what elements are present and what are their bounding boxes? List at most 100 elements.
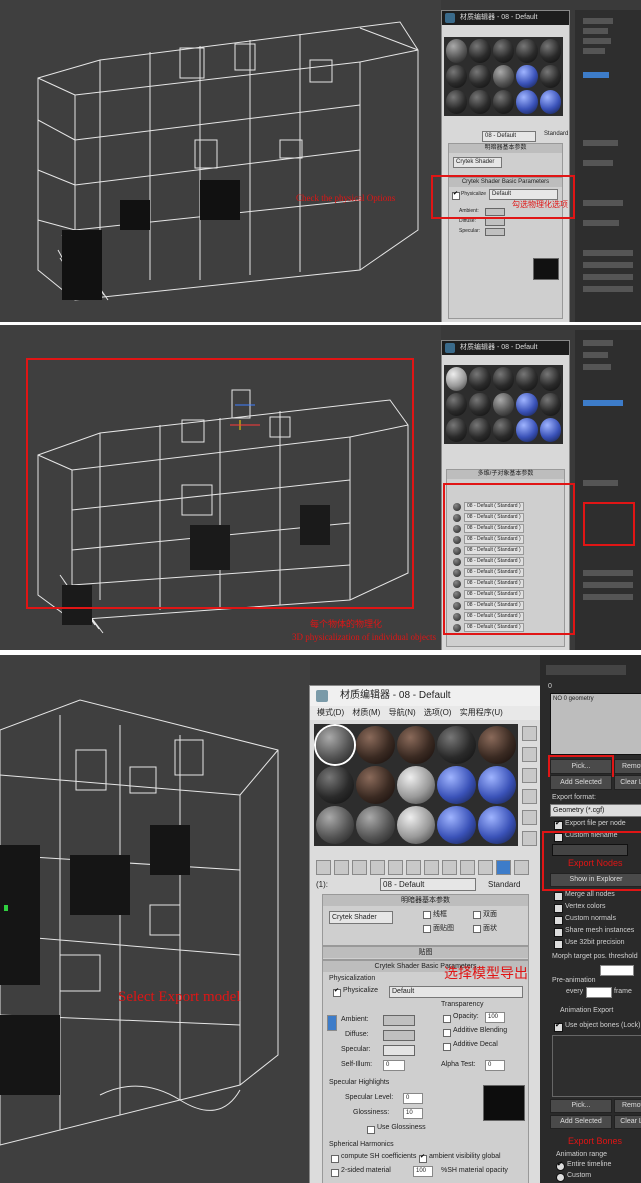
diffuse-swatch[interactable] bbox=[383, 1030, 415, 1041]
sample-slot[interactable] bbox=[437, 766, 476, 804]
sample-slot[interactable] bbox=[316, 726, 355, 764]
alpha-test-field[interactable]: 0 bbox=[485, 1060, 505, 1071]
sub-material-row[interactable]: 08 - Default ( Standard ) bbox=[453, 612, 524, 621]
sample-slot[interactable] bbox=[492, 418, 515, 442]
sub-material-name[interactable]: 08 - Default ( Standard ) bbox=[464, 524, 524, 533]
rollout-title[interactable]: 明暗器基本参数 bbox=[323, 895, 528, 906]
sub-material-slot[interactable] bbox=[453, 623, 461, 632]
every-field[interactable] bbox=[586, 987, 612, 998]
opacity-checkbox[interactable] bbox=[443, 1015, 451, 1023]
sub-material-name[interactable]: 08 - Default ( Standard ) bbox=[464, 502, 524, 511]
ambient-swatch[interactable] bbox=[485, 208, 505, 216]
entire-timeline-radio[interactable] bbox=[556, 1160, 565, 1171]
animation-export-header[interactable]: Animation Export bbox=[560, 1007, 613, 1014]
sample-slot[interactable] bbox=[437, 726, 476, 764]
material-editor-window-1[interactable]: 材质编辑器 - 08 - Default 08 - Default Standa… bbox=[441, 10, 570, 322]
share-mesh-instances-checkbox[interactable] bbox=[554, 928, 563, 937]
sub-material-row[interactable]: 08 - Default ( Standard ) bbox=[453, 623, 524, 632]
remove-bones-button[interactable]: Remove bbox=[614, 1099, 641, 1113]
go-forward-button[interactable] bbox=[514, 860, 529, 875]
pick-button[interactable]: Pick... bbox=[550, 759, 612, 774]
add-selected-bones-button[interactable]: Add Selected bbox=[550, 1115, 612, 1129]
command-panel-2[interactable] bbox=[575, 330, 641, 650]
sample-slot[interactable] bbox=[396, 806, 436, 844]
use-glossiness-checkbox[interactable] bbox=[367, 1126, 375, 1134]
sub-material-slot[interactable] bbox=[453, 524, 461, 533]
diffuse-swatch[interactable] bbox=[485, 218, 505, 226]
sub-material-slot[interactable] bbox=[453, 513, 461, 522]
morph-threshold-field[interactable] bbox=[600, 965, 634, 976]
sub-material-name[interactable]: 08 - Default ( Standard ) bbox=[464, 513, 524, 522]
shader-dropdown[interactable]: Crytek Shader bbox=[329, 911, 393, 924]
material-name-dropdown[interactable]: 08 - Default bbox=[482, 131, 536, 142]
show-in-explorer-button[interactable]: Show in Explorer bbox=[550, 873, 641, 887]
viewport-wireframe-3[interactable]: Select Export model bbox=[0, 655, 310, 1183]
sub-material-name[interactable]: 08 - Default ( Standard ) bbox=[464, 579, 524, 588]
custom-range-radio[interactable] bbox=[556, 1173, 565, 1182]
sub-material-row[interactable]: 08 - Default ( Standard ) bbox=[453, 524, 524, 533]
sub-material-slot[interactable] bbox=[453, 601, 461, 610]
sample-slot[interactable] bbox=[469, 367, 491, 391]
sub-material-row[interactable]: 08 - Default ( Standard ) bbox=[453, 557, 524, 566]
opacity-field[interactable]: 100 bbox=[485, 1012, 505, 1023]
sample-slot[interactable] bbox=[316, 766, 355, 804]
lock-ambient-diffuse-button[interactable] bbox=[327, 1015, 337, 1031]
face-map-checkbox[interactable] bbox=[423, 925, 431, 933]
menu-utilities[interactable]: 实用程序(U) bbox=[460, 708, 503, 717]
material-sample-grid[interactable] bbox=[314, 724, 518, 846]
sample-slot[interactable] bbox=[539, 392, 561, 417]
rollout-title[interactable]: Crytek Shader Basic Parameters bbox=[449, 178, 562, 187]
sample-slot[interactable] bbox=[437, 806, 476, 844]
shader-dropdown[interactable]: Crytek Shader bbox=[453, 157, 502, 168]
merge-all-nodes-checkbox[interactable] bbox=[554, 892, 563, 901]
sub-material-name[interactable]: 08 - Default ( Standard ) bbox=[464, 601, 524, 610]
sample-slot[interactable] bbox=[446, 418, 468, 442]
editor-title-bar[interactable]: 材质编辑器 - 08 - Default bbox=[310, 686, 541, 706]
use-32bit-checkbox[interactable] bbox=[554, 940, 563, 949]
specular-level-field[interactable]: 0 bbox=[403, 1093, 423, 1104]
sample-slot[interactable] bbox=[446, 64, 468, 89]
sample-slot[interactable] bbox=[516, 418, 538, 442]
sample-slot[interactable] bbox=[396, 726, 436, 764]
sub-material-name[interactable]: 08 - Default ( Standard ) bbox=[464, 612, 524, 621]
ambient-swatch[interactable] bbox=[383, 1015, 415, 1026]
background-button[interactable] bbox=[522, 768, 537, 783]
shader-type-label[interactable]: Standard bbox=[544, 131, 568, 137]
sample-slot[interactable] bbox=[469, 64, 491, 89]
sample-slot[interactable] bbox=[516, 392, 538, 417]
sub-material-row[interactable]: 08 - Default ( Standard ) bbox=[453, 568, 524, 577]
sh-opacity-field[interactable]: 100 bbox=[413, 1166, 433, 1177]
sub-material-row[interactable]: 08 - Default ( Standard ) bbox=[453, 535, 524, 544]
sample-slot[interactable] bbox=[446, 367, 468, 391]
backlight-button[interactable] bbox=[522, 747, 537, 762]
use-object-bones-checkbox[interactable] bbox=[554, 1021, 563, 1032]
editor-title-bar[interactable]: 材质编辑器 - 08 - Default bbox=[442, 341, 569, 355]
sample-slot[interactable] bbox=[446, 39, 468, 63]
bones-list[interactable] bbox=[552, 1035, 641, 1097]
video-check-button[interactable] bbox=[522, 810, 537, 825]
sample-slot[interactable] bbox=[356, 766, 395, 804]
sample-slot[interactable] bbox=[516, 90, 538, 114]
sub-material-row[interactable]: 08 - Default ( Standard ) bbox=[453, 546, 524, 555]
sample-slot[interactable] bbox=[446, 90, 468, 114]
sample-slot[interactable] bbox=[516, 367, 538, 391]
physicalize-checkbox[interactable] bbox=[452, 190, 460, 200]
uv-tiling-button[interactable] bbox=[522, 789, 537, 804]
get-material-button[interactable] bbox=[316, 860, 331, 875]
make-unique-button[interactable] bbox=[406, 860, 421, 875]
sub-material-name[interactable]: 08 - Default ( Standard ) bbox=[464, 557, 524, 566]
rollout-title[interactable]: 多维/子对象基本参数 bbox=[447, 470, 564, 479]
sub-material-slot[interactable] bbox=[453, 590, 461, 599]
physicalize-checkbox[interactable] bbox=[333, 987, 341, 997]
sample-slot[interactable] bbox=[492, 392, 515, 417]
sub-material-slot[interactable] bbox=[453, 557, 461, 566]
sample-slot[interactable] bbox=[539, 90, 561, 114]
physicalize-dropdown[interactable]: Default bbox=[389, 986, 523, 998]
sample-slot[interactable] bbox=[539, 418, 561, 442]
sample-slot[interactable] bbox=[469, 39, 491, 63]
self-illum-field[interactable]: 0 bbox=[383, 1060, 405, 1071]
sample-slot[interactable] bbox=[516, 64, 538, 89]
reset-map-button[interactable] bbox=[370, 860, 385, 875]
assign-to-selection-button[interactable] bbox=[352, 860, 367, 875]
sample-slot[interactable] bbox=[492, 90, 515, 114]
